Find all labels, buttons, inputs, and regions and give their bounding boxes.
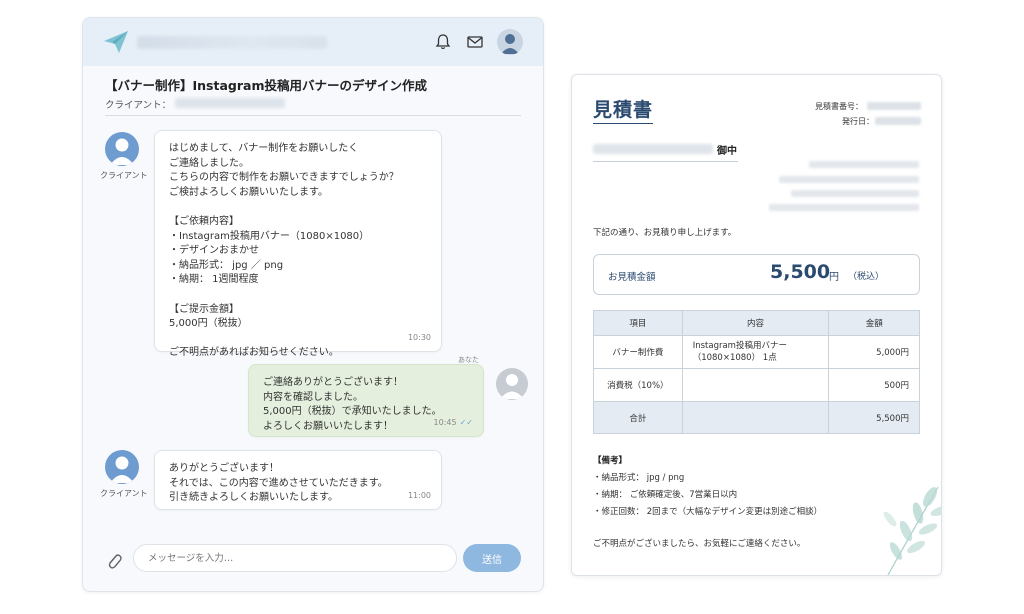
description-cell	[681, 401, 830, 434]
description-line: （1080×1080） 1点	[692, 353, 777, 363]
message-line: 5,000円（税抜）	[169, 318, 248, 330]
user-avatar-icon[interactable]	[497, 29, 523, 55]
client-avatar[interactable]	[105, 132, 139, 166]
paperclip-icon[interactable]	[105, 550, 123, 572]
column-header: 金額	[828, 310, 920, 336]
message-bubble-client: ありがとうございます！ それでは、この内容で進めさせていただきます。 引き続きよ…	[154, 450, 442, 510]
client-label: クライアント：	[105, 100, 172, 111]
recipient-redacted	[593, 144, 713, 154]
message-line: ・Instagram投稿用バナー（1080×1080）	[169, 230, 370, 242]
quote-number-label: 見積書番号：	[815, 102, 863, 111]
note-item: ・納期： ご依頼確定後、7営業日以内	[593, 490, 738, 500]
issuer-email-redacted	[769, 204, 919, 211]
total-label: お見積金額	[608, 272, 656, 283]
message-line: ご不明点があればお知らせください。	[169, 347, 339, 359]
total-amount-box: お見積金額 5,500 円 （税込）	[593, 254, 920, 295]
mail-icon[interactable]	[465, 32, 485, 52]
message-line: ご連絡しました。	[169, 157, 249, 169]
quote-title: 見積書	[593, 99, 654, 121]
chat-header	[83, 18, 543, 66]
message-line: 内容を確認しました。	[263, 391, 363, 403]
message-line: ・納期： 1週間程度	[169, 274, 259, 286]
note-item: ・修正回数： 2回まで（大幅なデザイン変更は別途ご相談）	[593, 507, 823, 517]
message-line: ・納品形式： jpg ／ png	[169, 259, 284, 271]
recipient-underline	[593, 161, 738, 162]
client-avatar[interactable]	[105, 450, 139, 484]
total-unit: 円	[829, 272, 839, 283]
sender-label: クライアント	[100, 489, 148, 498]
issuer-phone-redacted	[791, 190, 919, 197]
message-input[interactable]	[133, 544, 457, 572]
message-line: それでは、この内容で進めさせていただきます。	[169, 477, 388, 489]
message-line: こちらの内容で制作をお願いできますでしょうか？	[169, 172, 399, 184]
issue-date-label: 発行日：	[842, 117, 874, 126]
message-time: 11:00	[407, 491, 431, 501]
amount-cell: 5,000円	[828, 335, 920, 369]
sender-label: クライアント	[100, 171, 148, 180]
table-total-row: 合計 5,500円	[593, 401, 920, 434]
description-line: Instagram投稿用バナー	[692, 341, 787, 351]
message-time: 10:45 ✓✓	[434, 416, 473, 431]
notes-title: 【備考】	[593, 456, 628, 466]
job-title: 【バナー制作】Instagram投稿用バナーのデザイン作成	[105, 78, 427, 93]
amount-cell: 500円	[828, 368, 920, 402]
leaf-decoration-icon	[883, 486, 941, 575]
quote-intro: 下記の通り、お見積り申し上げます。	[593, 228, 737, 238]
table-row: バナー制作費 Instagram投稿用バナー （1080×1080） 1点 5,…	[593, 335, 920, 369]
table-header-row: 項目 内容 金額	[593, 310, 920, 336]
message-bubble-client: はじめまして、バナー制作をお願いしたく ご連絡しました。 こちらの内容で制作をお…	[154, 130, 442, 358]
message-line: ご連絡ありがとうございます！	[263, 377, 403, 388]
column-header: 内容	[681, 310, 830, 336]
message-line: 【ご依頼内容】	[169, 215, 239, 227]
recipient-suffix: 御中	[717, 146, 737, 157]
message-bubble-own: ご連絡ありがとうございます！ 内容を確認しました。 5,000円（税抜）で承知い…	[248, 364, 484, 437]
table-row: 消費税（10%） 500円	[593, 368, 920, 402]
paper-plane-logo-icon[interactable]	[103, 30, 129, 54]
read-check-icon: ✓✓	[459, 418, 473, 428]
message-line: ・デザインおまかせ	[169, 245, 259, 257]
send-button[interactable]: 送信	[463, 544, 521, 572]
message-line: 【ご提示金額】	[169, 303, 239, 315]
quote-document: 見積書 見積書番号： 発行日： 御中 下記の通り、お見積り申し上げます。 お見積…	[571, 74, 942, 576]
description-cell	[681, 368, 830, 402]
message-line: ありがとうございます！	[169, 463, 279, 474]
message-line	[169, 288, 427, 303]
total-tax-note: （税込）	[848, 272, 885, 282]
issue-date-redacted	[875, 117, 921, 125]
title-underline	[593, 123, 653, 124]
client-name-redacted	[175, 98, 285, 108]
quote-number-redacted	[867, 102, 921, 110]
column-header: 項目	[593, 310, 683, 336]
message-input-bar: 送信	[83, 533, 543, 591]
message-line: 引き続きよろしくお願いいたします。	[169, 492, 338, 504]
app-name-redacted	[137, 36, 327, 49]
message-line: はじめまして、バナー制作をお願いしたく	[169, 143, 359, 154]
divider	[105, 115, 521, 116]
total-amount: 5,500	[770, 261, 831, 283]
issuer-address-redacted	[779, 176, 919, 183]
bell-icon[interactable]	[433, 32, 453, 52]
own-avatar[interactable]	[496, 368, 528, 400]
closing-text: ご不明点がございましたら、お気軽にご連絡ください。	[593, 539, 806, 549]
description-cell: Instagram投稿用バナー （1080×1080） 1点	[681, 335, 830, 369]
total-amount-cell: 5,500円	[828, 401, 920, 434]
message-line	[169, 332, 427, 347]
quote-table: 項目 内容 金額 バナー制作費 Instagram投稿用バナー （1080×10…	[593, 310, 920, 434]
message-line	[169, 200, 427, 215]
message-line: ご検討よろしくお願いいたします。	[169, 186, 328, 198]
message-time: 10:30	[407, 333, 431, 343]
time-text: 10:45	[433, 418, 457, 428]
issuer-name-redacted	[809, 161, 919, 168]
item-cell: バナー制作費	[593, 335, 683, 369]
total-item-cell: 合計	[593, 401, 683, 434]
item-cell: 消費税（10%）	[593, 368, 683, 402]
chat-window: 【バナー制作】Instagram投稿用バナーのデザイン作成 クライアント： クラ…	[82, 17, 544, 592]
note-item: ・納品形式： jpg / png	[593, 473, 685, 483]
